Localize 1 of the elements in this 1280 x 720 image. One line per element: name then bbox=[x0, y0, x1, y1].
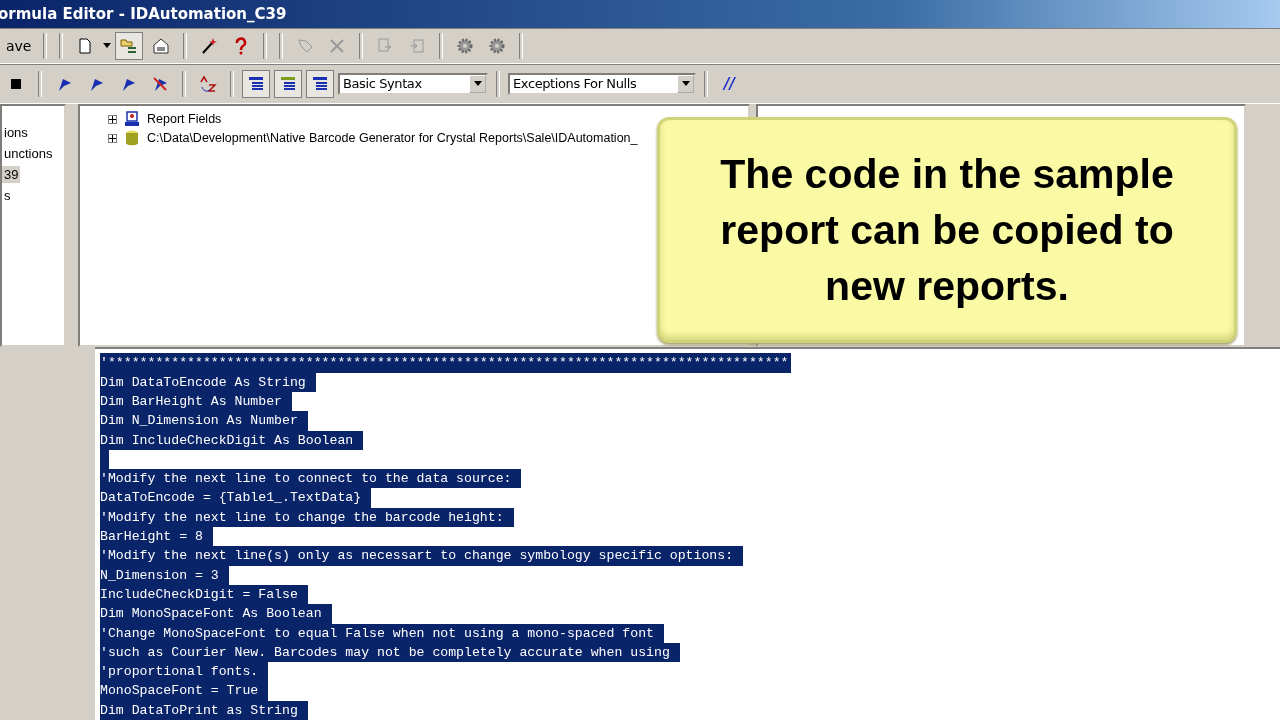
callout-text: The code in the sample report can be copied to new reports. bbox=[719, 150, 1175, 311]
